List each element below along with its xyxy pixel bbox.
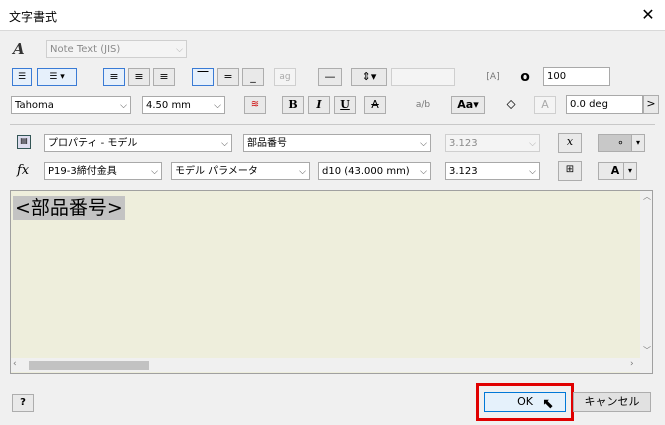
line-spacing-button[interactable]: ⇕▾ xyxy=(351,68,387,86)
chevron-down-icon: ⌵ xyxy=(420,167,427,177)
font-size-value: 4.50 mm xyxy=(146,100,191,111)
chevron-down-icon: ⌵ xyxy=(529,167,536,177)
fraction-icon: a/b xyxy=(415,100,431,110)
parameter-precision-value: 3.123 xyxy=(449,166,478,177)
chevron-down-icon: ⌵ xyxy=(176,45,183,55)
align-center-button[interactable]: ≡ xyxy=(128,68,150,86)
scroll-left-icon[interactable]: ‹ xyxy=(13,359,23,371)
horizontal-scroll-thumb[interactable] xyxy=(29,361,149,370)
text-style-value: Note Text (JIS) xyxy=(50,44,121,55)
text-style-icon: A xyxy=(13,40,25,58)
italic-button[interactable]: I xyxy=(308,96,330,114)
line-button[interactable]: — xyxy=(318,68,342,86)
part-select[interactable]: P19-3締付金具 ⌵ xyxy=(44,162,162,180)
parameter-type-select[interactable]: モデル パラメータ ⌵ xyxy=(171,162,310,180)
underline-button[interactable]: U xyxy=(334,96,356,114)
property-type-select[interactable]: プロパティ - モデル ⌵ xyxy=(44,134,232,152)
fill-icon[interactable]: ⬦ xyxy=(500,96,522,114)
numbered-list-button[interactable]: ☰ ▾ xyxy=(37,68,77,86)
property-select[interactable]: 部品番号 ⌵ xyxy=(243,134,431,152)
scroll-down-icon[interactable]: ﹀ xyxy=(643,345,651,355)
chevron-down-icon: ⌵ xyxy=(120,101,127,111)
stack-icon: ag xyxy=(274,68,296,86)
parameter-precision-select[interactable]: 3.123 ⌵ xyxy=(445,162,540,180)
bullet-list-button[interactable]: ☰ xyxy=(12,68,32,86)
symbol-value: ∘ xyxy=(617,136,624,149)
scroll-right-icon[interactable]: › xyxy=(630,359,640,371)
symbol-dropdown-arrow[interactable]: ▾ xyxy=(631,134,645,152)
text-color-button[interactable]: ≋ xyxy=(244,96,266,114)
width-scale-input[interactable]: 100 xyxy=(543,67,610,86)
scroll-up-icon[interactable]: ︿ xyxy=(643,191,651,201)
align-top-button[interactable]: ⎺ xyxy=(192,68,214,86)
mouse-cursor-icon: ⬉ xyxy=(542,396,554,412)
text-color-dropdown-arrow[interactable]: ▾ xyxy=(623,162,637,180)
dialog-title: 文字書式 xyxy=(9,10,58,24)
bold-button[interactable]: B xyxy=(282,96,304,114)
function-icon: fx xyxy=(17,163,30,178)
parameter-value: d10 (43.000 mm) xyxy=(322,166,410,177)
chevron-down-icon: ⌵ xyxy=(221,139,228,149)
width-scale-icon: o xyxy=(520,69,530,85)
chevron-down-icon: ⌵ xyxy=(151,167,158,177)
document-icon: ▤ xyxy=(17,135,31,149)
background-icon: A xyxy=(534,96,556,114)
insert-property-button[interactable]: x xyxy=(558,133,582,153)
chevron-down-icon: ⌵ xyxy=(420,139,427,149)
insert-parameter-button[interactable]: ⊞ xyxy=(558,161,582,181)
align-bottom-button[interactable]: _ xyxy=(242,68,264,86)
case-button[interactable]: Aa▾ xyxy=(451,96,485,114)
rotation-more-button[interactable]: > xyxy=(643,95,659,114)
rotation-value: 0.0 deg xyxy=(570,99,608,110)
precision-value: 3.123 xyxy=(449,138,478,149)
font-select[interactable]: Tahoma ⌵ xyxy=(11,96,131,114)
font-value: Tahoma xyxy=(15,100,54,111)
align-left-button[interactable]: ≡ xyxy=(103,68,125,86)
strikethrough-button[interactable]: A xyxy=(364,96,386,114)
text-frame-icon: [A] xyxy=(486,72,500,82)
separator xyxy=(10,124,655,125)
parameter-select[interactable]: d10 (43.000 mm) ⌵ xyxy=(318,162,431,180)
cancel-button[interactable]: キャンセル xyxy=(573,392,651,412)
close-button[interactable]: ✕ xyxy=(636,4,660,26)
width-scale-value: 100 xyxy=(547,71,567,82)
line-spacing-value[interactable] xyxy=(391,68,455,86)
property-value: 部品番号 xyxy=(247,138,287,149)
chevron-down-icon: ⌵ xyxy=(299,167,306,177)
precision-select-disabled: 3.123 ⌵ xyxy=(445,134,540,152)
help-button[interactable]: ? xyxy=(12,394,34,412)
align-right-button[interactable]: ≡ xyxy=(153,68,175,86)
align-middle-button[interactable]: = xyxy=(217,68,239,86)
font-size-select[interactable]: 4.50 mm ⌵ xyxy=(142,96,225,114)
title-bar xyxy=(0,0,665,30)
text-style-select[interactable]: Note Text (JIS) ⌵ xyxy=(46,40,187,58)
property-type-value: プロパティ - モデル xyxy=(48,138,138,149)
chevron-down-icon: ⌵ xyxy=(529,139,536,149)
rotation-input[interactable]: 0.0 deg xyxy=(566,95,643,114)
chevron-down-icon: ⌵ xyxy=(214,101,221,111)
parameter-type-value: モデル パラメータ xyxy=(175,166,258,177)
part-value: P19-3締付金具 xyxy=(48,166,117,177)
editor-content[interactable]: <部品番号> xyxy=(13,196,125,220)
